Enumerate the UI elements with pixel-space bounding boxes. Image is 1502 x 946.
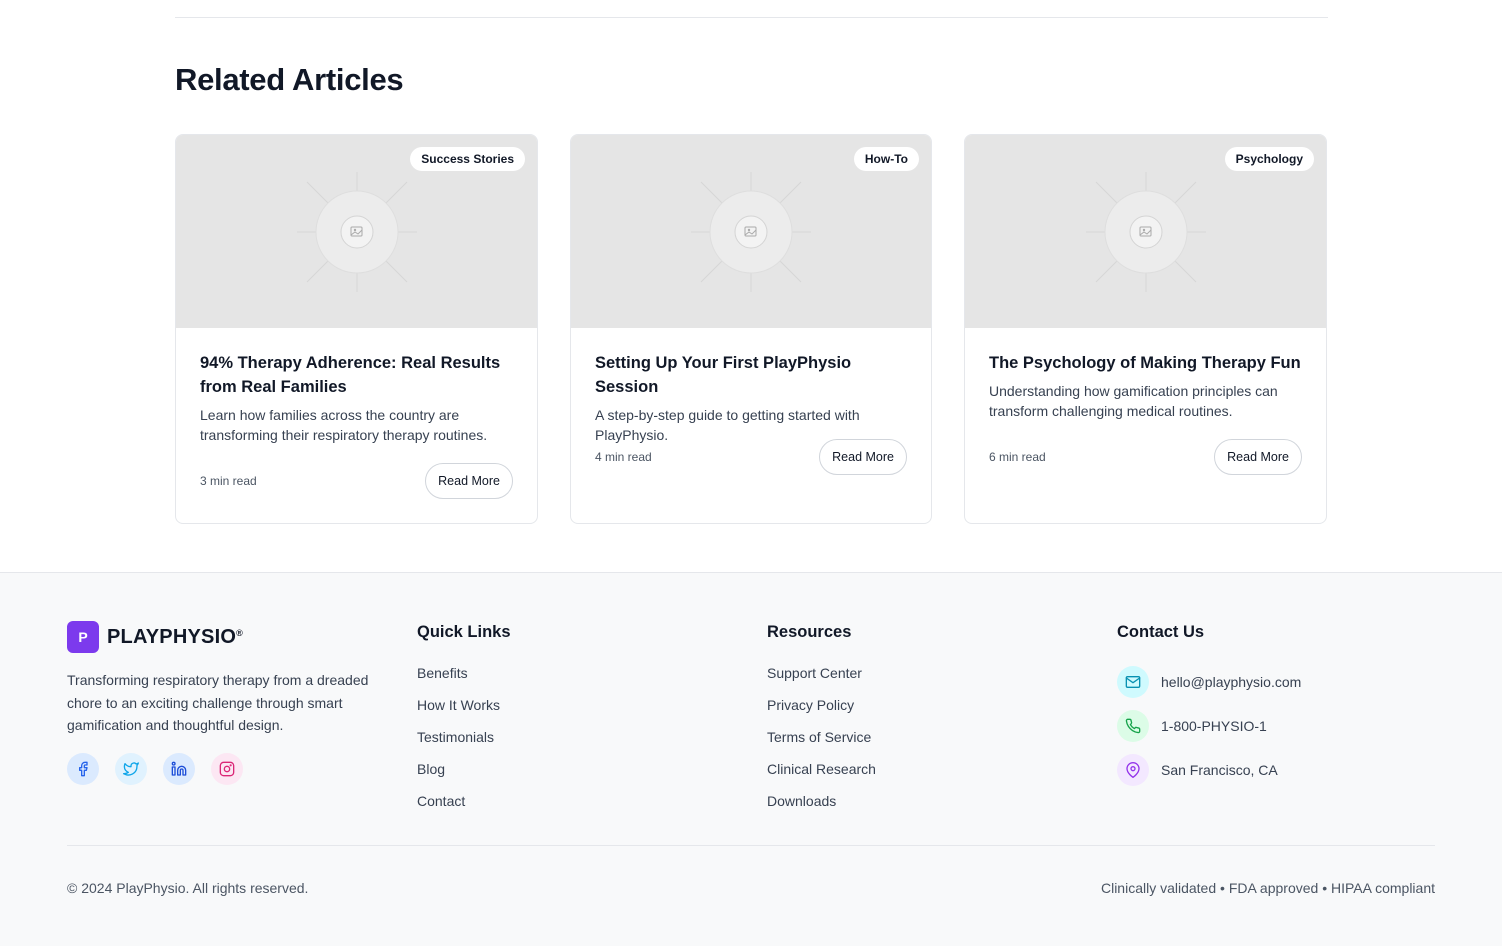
contact-phone[interactable]: 1-800-PHYSIO-1 bbox=[1117, 704, 1301, 748]
footer-link-benefits[interactable]: Benefits bbox=[417, 664, 511, 696]
article-card[interactable]: Success Stories 94% Therapy Adherence: R… bbox=[175, 134, 538, 524]
resources-title: Resources bbox=[767, 623, 852, 641]
related-articles-heading: Related Articles bbox=[175, 62, 404, 97]
resources-column: Resources Support Center Privacy Policy … bbox=[767, 623, 876, 824]
registered-mark: ® bbox=[236, 627, 243, 638]
category-tag: Psychology bbox=[1224, 147, 1314, 171]
article-title[interactable]: Setting Up Your First PlayPhysio Session bbox=[595, 351, 907, 399]
footer-link-how-it-works[interactable]: How It Works bbox=[417, 696, 511, 728]
site-footer: P PLAYPHYSIO® Transforming respiratory t… bbox=[0, 572, 1502, 946]
phone-icon bbox=[1117, 710, 1149, 742]
read-time: 4 min read bbox=[595, 450, 652, 464]
contact-title: Contact Us bbox=[1117, 623, 1205, 641]
footer-link-contact[interactable]: Contact bbox=[417, 792, 511, 824]
contact-email[interactable]: hello@playphysio.com bbox=[1117, 660, 1301, 704]
contact-column: Contact Us hello@playphysio.com 1-800-PH… bbox=[1117, 623, 1301, 792]
category-tag: Success Stories bbox=[410, 147, 525, 171]
twitter-link[interactable] bbox=[115, 753, 147, 785]
map-pin-icon bbox=[1117, 754, 1149, 786]
read-more-button[interactable]: Read More bbox=[819, 439, 907, 475]
twitter-icon bbox=[123, 762, 139, 776]
read-time: 3 min read bbox=[200, 474, 257, 488]
footer-divider bbox=[67, 845, 1435, 846]
read-more-button[interactable]: Read More bbox=[1214, 439, 1302, 475]
facebook-link[interactable] bbox=[67, 753, 99, 785]
social-links bbox=[67, 753, 243, 785]
article-image-placeholder: How-To bbox=[571, 135, 931, 328]
contact-location-text: San Francisco, CA bbox=[1161, 762, 1278, 778]
instagram-icon bbox=[219, 761, 235, 777]
article-card[interactable]: How-To Setting Up Your First PlayPhysio … bbox=[570, 134, 932, 524]
footer-link-clinical-research[interactable]: Clinical Research bbox=[767, 760, 876, 792]
read-time: 6 min read bbox=[989, 450, 1046, 464]
footer-description: Transforming respiratory therapy from a … bbox=[67, 672, 369, 733]
quick-links-title: Quick Links bbox=[417, 623, 511, 641]
footer-link-blog[interactable]: Blog bbox=[417, 760, 511, 792]
article-card[interactable]: Psychology The Psychology of Making Ther… bbox=[964, 134, 1327, 524]
article-image-placeholder: Psychology bbox=[965, 135, 1326, 328]
footer-link-terms-of-service[interactable]: Terms of Service bbox=[767, 728, 876, 760]
article-description: Learn how families across the country ar… bbox=[200, 407, 488, 443]
quick-links-column: Quick Links Benefits How It Works Testim… bbox=[417, 623, 511, 824]
category-tag: How-To bbox=[853, 147, 919, 171]
footer-link-support-center[interactable]: Support Center bbox=[767, 664, 876, 696]
contact-location: San Francisco, CA bbox=[1117, 748, 1301, 792]
brand-name: PLAYPHYSIO® bbox=[107, 625, 243, 648]
contact-email-text: hello@playphysio.com bbox=[1161, 674, 1302, 690]
article-description: Understanding how gamification principle… bbox=[989, 383, 1278, 419]
article-image-placeholder: Success Stories bbox=[176, 135, 537, 328]
footer-link-testimonials[interactable]: Testimonials bbox=[417, 728, 511, 760]
image-placeholder-icon bbox=[691, 171, 811, 292]
read-more-button[interactable]: Read More bbox=[425, 463, 513, 499]
facebook-icon bbox=[79, 761, 88, 777]
footer-link-privacy-policy[interactable]: Privacy Policy bbox=[767, 696, 876, 728]
instagram-link[interactable] bbox=[211, 753, 243, 785]
mail-icon bbox=[1117, 666, 1149, 698]
contact-phone-text: 1-800-PHYSIO-1 bbox=[1161, 718, 1267, 734]
section-divider bbox=[175, 17, 1328, 18]
linkedin-icon bbox=[171, 761, 187, 776]
logo-icon: P bbox=[67, 621, 99, 653]
article-title[interactable]: The Psychology of Making Therapy Fun bbox=[989, 351, 1302, 375]
footer-link-downloads[interactable]: Downloads bbox=[767, 792, 876, 824]
linkedin-link[interactable] bbox=[163, 753, 195, 785]
footer-brand[interactable]: P PLAYPHYSIO® bbox=[67, 621, 243, 653]
image-placeholder-icon bbox=[296, 171, 417, 292]
compliance-text: Clinically validated • FDA approved • HI… bbox=[1100, 880, 1435, 896]
image-placeholder-icon bbox=[1085, 171, 1206, 292]
copyright-text: © 2024 PlayPhysio. All rights reserved. bbox=[67, 880, 309, 896]
article-title[interactable]: 94% Therapy Adherence: Real Results from… bbox=[200, 351, 513, 399]
